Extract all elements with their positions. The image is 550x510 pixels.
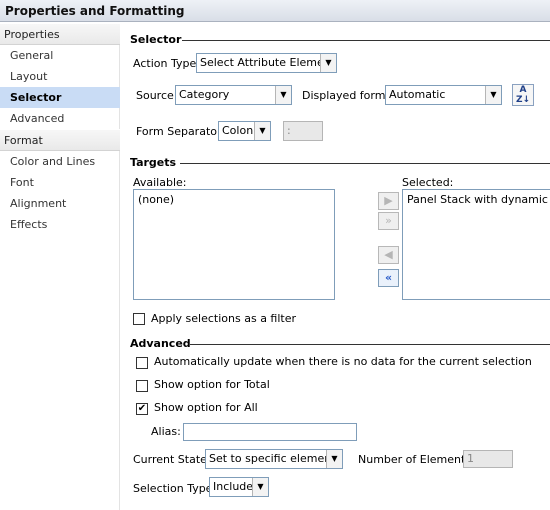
show-all-label: Show option for All	[154, 401, 258, 414]
num-elements-label: Number of Elements:	[358, 453, 475, 466]
action-type-value: Select Attribute Element	[200, 56, 336, 69]
show-total-label: Show option for Total	[154, 378, 270, 391]
num-elements-field: 1	[463, 450, 513, 468]
list-item[interactable]: Panel Stack with dynamic text	[407, 193, 550, 207]
sidebar-section-format: Format	[0, 129, 120, 151]
window-title: Properties and Formatting	[0, 0, 550, 22]
sort-az-icon: A Z↓	[515, 85, 531, 105]
selector-divider	[182, 40, 550, 41]
add-button[interactable]: ▶	[378, 192, 399, 210]
sidebar-item-selector[interactable]: Selector	[0, 87, 120, 108]
sidebar-item-effects[interactable]: Effects	[0, 214, 120, 235]
show-total-checkbox[interactable]	[136, 380, 148, 392]
available-list[interactable]: (none)	[133, 189, 335, 300]
advanced-heading: Advanced	[130, 337, 191, 350]
sidebar-item-layout[interactable]: Layout	[0, 66, 120, 87]
apply-filter-label: Apply selections as a filter	[151, 312, 297, 325]
sidebar-item-general[interactable]: General	[0, 45, 120, 66]
action-type-dropdown[interactable]: Select Attribute Element ▼	[196, 53, 337, 73]
alias-input[interactable]	[183, 423, 357, 441]
chevron-down-icon: ▼	[485, 86, 501, 104]
double-arrow-left-icon: «	[384, 271, 393, 284]
selection-type-value: Include	[213, 480, 254, 493]
current-state-dropdown[interactable]: Set to specific elements ▼	[205, 449, 343, 469]
form-separator-value: Colon	[222, 124, 254, 137]
targets-heading: Targets	[130, 156, 177, 169]
chevron-down-icon: ▼	[252, 478, 268, 496]
sidebar-item-advanced[interactable]: Advanced	[0, 108, 120, 129]
chevron-down-icon: ▼	[275, 86, 291, 104]
chevron-down-icon: ▼	[326, 450, 342, 468]
source-value: Category	[179, 88, 230, 101]
alias-label: Alias:	[151, 425, 181, 438]
form-separator-dropdown[interactable]: Colon ▼	[218, 121, 271, 141]
show-all-checkbox[interactable]: ✔	[136, 403, 148, 415]
displayed-forms-label: Displayed forms:	[302, 89, 395, 102]
selected-list[interactable]: Panel Stack with dynamic text	[402, 189, 550, 300]
current-state-value: Set to specific elements	[209, 452, 342, 465]
selection-type-dropdown[interactable]: Include ▼	[209, 477, 269, 497]
advanced-divider	[190, 344, 550, 345]
checkmark-icon: ✔	[137, 403, 147, 414]
selection-type-label: Selection Type:	[133, 482, 217, 495]
form-separator-custom-value: :	[287, 124, 291, 137]
sidebar-section-properties: Properties	[0, 23, 120, 45]
available-label: Available:	[133, 176, 187, 189]
selected-label: Selected:	[402, 176, 454, 189]
remove-button[interactable]: ◀	[378, 246, 399, 264]
current-state-label: Current State:	[133, 453, 211, 466]
sidebar-item-color-and-lines[interactable]: Color and Lines	[0, 151, 120, 172]
sidebar-item-alignment[interactable]: Alignment	[0, 193, 120, 214]
source-dropdown[interactable]: Category ▼	[175, 85, 292, 105]
displayed-forms-dropdown[interactable]: Automatic ▼	[385, 85, 502, 105]
source-label: Source:	[136, 89, 178, 102]
arrow-left-icon: ◀	[384, 248, 393, 261]
chevron-down-icon: ▼	[254, 122, 270, 140]
num-elements-value: 1	[467, 452, 474, 465]
arrow-right-icon: ▶	[384, 194, 393, 207]
selector-heading: Selector	[130, 33, 182, 46]
add-all-button[interactable]: »	[378, 212, 399, 230]
action-type-label: Action Type:	[133, 57, 200, 70]
remove-all-button[interactable]: «	[378, 269, 399, 287]
auto-update-label: Automatically update when there is no da…	[154, 355, 532, 368]
sidebar: Properties General Layout Selector Advan…	[0, 23, 120, 510]
list-item[interactable]: (none)	[138, 193, 330, 207]
form-separator-custom-field: :	[283, 121, 323, 141]
auto-update-checkbox[interactable]	[136, 357, 148, 369]
double-arrow-right-icon: »	[385, 214, 392, 227]
form-separator-label: Form Separator:	[136, 125, 226, 138]
displayed-forms-value: Automatic	[389, 88, 446, 101]
targets-divider	[180, 163, 550, 164]
chevron-down-icon: ▼	[320, 54, 336, 72]
sidebar-item-font[interactable]: Font	[0, 172, 120, 193]
apply-filter-checkbox[interactable]	[133, 313, 145, 325]
sort-az-button[interactable]: A Z↓	[512, 84, 534, 106]
